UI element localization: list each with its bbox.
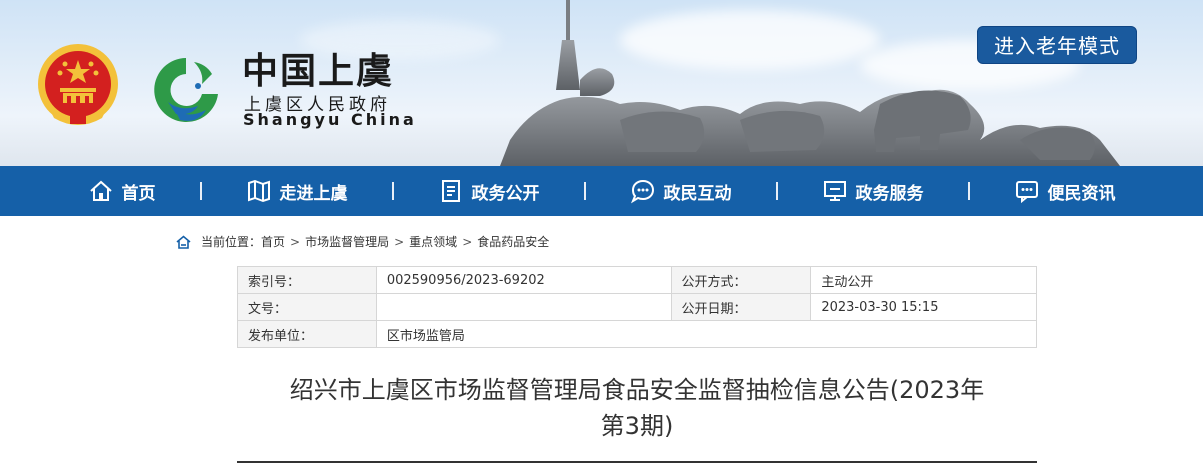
shangyu-logo-icon <box>154 58 218 122</box>
table-row: 发布单位： 区市场监管局 <box>237 320 1038 348</box>
map-icon <box>247 179 270 203</box>
nav-item-gov-affairs-open[interactable]: 政务公开 <box>434 166 544 216</box>
message-icon <box>1015 181 1038 204</box>
home-icon <box>176 234 191 249</box>
nav-item-label: 政务公开 <box>471 183 540 204</box>
nav-item-label: 便民资讯 <box>1047 183 1116 204</box>
table-row: 文号： 公开日期： 2023-03-30 15:15 <box>237 293 1037 321</box>
nav-separator <box>583 182 586 200</box>
nav-item-label: 政务服务 <box>855 183 924 204</box>
document-info-table: 索引号： 002590956/2023-69202 公开方式： 主动公开 文号：… <box>237 266 1038 348</box>
document-icon <box>441 180 460 202</box>
nav-separator <box>967 182 970 200</box>
nav-separator <box>391 182 394 200</box>
breadcrumb-separator: > <box>462 234 473 249</box>
home-icon <box>89 180 112 201</box>
breadcrumb-link-home[interactable]: 首页 <box>261 233 285 250</box>
header-banner: 中国上虞 上虞区人民政府 Shangyu China 进入老年模式 <box>0 0 1203 166</box>
document-number-value <box>375 293 672 321</box>
breadcrumb: 当前位置： 首页 > 市场监督管理局 > 重点领域 > 食品药品安全 <box>176 233 549 250</box>
chat-icon <box>630 179 654 204</box>
nav-item-home[interactable]: 首页 <box>84 166 160 216</box>
breadcrumb-link-food-drug-safety[interactable]: 食品药品安全 <box>477 233 549 250</box>
disclosure-date-label: 公开日期： <box>670 293 812 321</box>
monitor-icon <box>823 181 846 201</box>
nav-item-gov-services[interactable]: 政务服务 <box>818 166 928 216</box>
publisher-value: 区市场监管局 <box>375 320 1038 348</box>
breadcrumb-separator: > <box>394 234 405 249</box>
disclosure-method-value: 主动公开 <box>810 266 1037 294</box>
publisher-label: 发布单位： <box>237 320 377 348</box>
national-emblem-icon <box>38 44 118 125</box>
disclosure-date-value: 2023-03-30 15:15 <box>810 293 1037 321</box>
nav-item-interaction[interactable]: 政民互动 <box>626 166 736 216</box>
index-number-label: 索引号： <box>237 266 377 294</box>
nav-item-label: 政民互动 <box>663 183 732 204</box>
article-title: 绍兴市上虞区市场监督管理局食品安全监督抽检信息公告(2023年 第3期) <box>237 372 1037 444</box>
title-divider <box>237 461 1037 463</box>
site-english-name: Shangyu China <box>243 110 417 129</box>
breadcrumb-link-market-bureau[interactable]: 市场监督管理局 <box>305 233 389 250</box>
article-title-line: 第3期) <box>600 412 674 440</box>
nav-item-public-info[interactable]: 便民资讯 <box>1010 166 1120 216</box>
breadcrumb-separator: > <box>290 234 301 249</box>
site-title: 中国上虞 <box>242 50 395 92</box>
main-navigation: 首页 走进上虞 政务公开 政民互动 政务服务 便民资讯 <box>0 166 1203 216</box>
breadcrumb-prefix: 当前位置： <box>201 235 262 249</box>
table-row: 索引号： 002590956/2023-69202 公开方式： 主动公开 <box>237 266 1037 294</box>
nav-separator <box>199 182 202 200</box>
nav-separator <box>775 182 778 200</box>
index-number-value: 002590956/2023-69202 <box>375 266 672 294</box>
elephant-sculpture-image <box>500 0 1120 166</box>
document-number-label: 文号： <box>237 293 377 321</box>
nav-item-label: 首页 <box>121 183 156 204</box>
nav-item-about-shangyu[interactable]: 走进上虞 <box>242 166 352 216</box>
elder-mode-button[interactable]: 进入老年模式 <box>977 26 1137 64</box>
disclosure-method-label: 公开方式： <box>670 266 812 294</box>
nav-item-label: 走进上虞 <box>279 183 348 204</box>
breadcrumb-link-key-areas[interactable]: 重点领域 <box>409 233 457 250</box>
article-title-line: 绍兴市上虞区市场监督管理局食品安全监督抽检信息公告(2023年 <box>289 376 985 404</box>
